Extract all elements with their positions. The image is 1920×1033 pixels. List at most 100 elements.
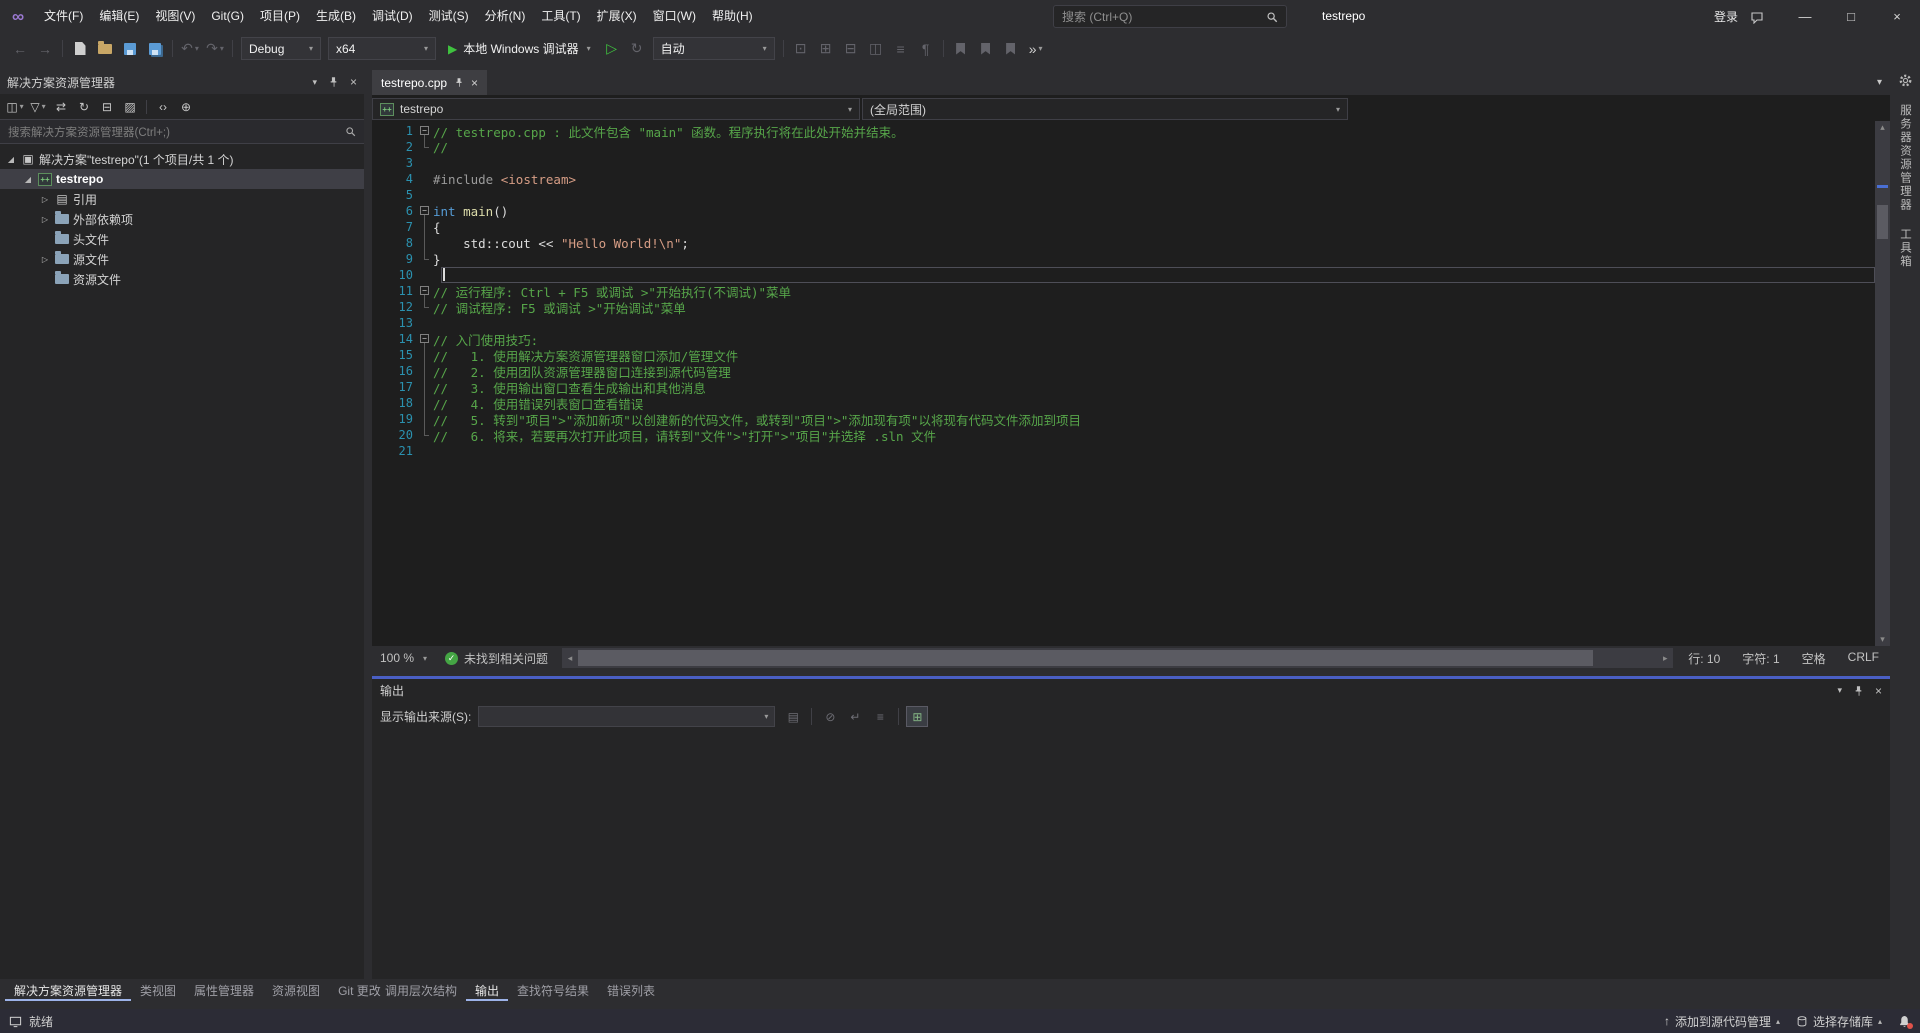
- fold-collapse-icon[interactable]: −: [418, 123, 433, 139]
- code-line-3[interactable]: 3: [380, 155, 1875, 171]
- code-line-21[interactable]: 21: [380, 443, 1875, 459]
- nav-back-icon[interactable]: ←: [8, 37, 32, 61]
- code-view-icon[interactable]: ‹›: [153, 97, 173, 117]
- dock-tab-bottom-0[interactable]: 调用层次结构: [376, 979, 466, 1001]
- line-number[interactable]: 11: [380, 284, 418, 298]
- line-number[interactable]: 12: [380, 300, 418, 314]
- char-indicator[interactable]: 字符: 1: [1731, 650, 1790, 667]
- line-number[interactable]: 1: [380, 124, 418, 138]
- menu-item-11[interactable]: 窗口(W): [645, 0, 704, 33]
- menu-item-10[interactable]: 扩展(X): [589, 0, 645, 33]
- word-wrap-icon[interactable]: ↵: [844, 706, 866, 727]
- line-number[interactable]: 5: [380, 188, 418, 202]
- autoscroll-icon[interactable]: ⊞: [906, 706, 928, 727]
- pin-icon[interactable]: [328, 76, 339, 88]
- messages-icon[interactable]: ▤: [782, 706, 804, 727]
- close-icon[interactable]: ×: [471, 76, 478, 90]
- platform-combo[interactable]: x64▾: [328, 37, 436, 60]
- line-number[interactable]: 13: [380, 316, 418, 330]
- editor-vertical-scrollbar[interactable]: ▴ ▾: [1875, 121, 1890, 646]
- switch-views-icon[interactable]: ◫▾: [5, 97, 25, 117]
- code-line-7[interactable]: 7{: [380, 219, 1875, 235]
- save-all-icon[interactable]: [143, 37, 167, 61]
- toolbar-overflow-icon[interactable]: »▾: [1024, 37, 1048, 61]
- select-repository-button[interactable]: 选择存储库 ▴: [1796, 1013, 1882, 1030]
- save-icon[interactable]: [118, 37, 142, 61]
- dock-tab-left-3[interactable]: 资源视图: [263, 979, 329, 1001]
- menu-item-12[interactable]: 帮助(H): [704, 0, 761, 33]
- refresh-icon[interactable]: ↻: [74, 97, 94, 117]
- editor-horizontal-scrollbar[interactable]: ◂ ▸: [562, 648, 1673, 668]
- new-file-icon[interactable]: [68, 37, 92, 61]
- dock-tab-bottom-3[interactable]: 错误列表: [598, 979, 664, 1001]
- toggle-bookmark-icon[interactable]: [949, 37, 973, 61]
- tree-item-6[interactable]: 资源文件: [0, 269, 364, 289]
- next-bookmark-icon[interactable]: [999, 37, 1023, 61]
- code-editor[interactable]: 1−// testrepo.cpp : 此文件包含 "main" 函数。程序执行…: [372, 121, 1890, 646]
- output-source-dropdown[interactable]: ▾: [478, 706, 775, 727]
- code-line-1[interactable]: 1−// testrepo.cpp : 此文件包含 "main" 函数。程序执行…: [380, 123, 1875, 139]
- line-indicator[interactable]: 行: 10: [1677, 650, 1731, 667]
- output-content[interactable]: [372, 731, 1890, 979]
- line-number[interactable]: 18: [380, 396, 418, 410]
- chevron-down-icon[interactable]: ▾: [312, 77, 317, 88]
- undo-icon[interactable]: ↶▾: [178, 37, 202, 61]
- dock-tab-left-1[interactable]: 类视图: [131, 979, 185, 1001]
- prev-bookmark-icon[interactable]: [974, 37, 998, 61]
- line-number[interactable]: 3: [380, 156, 418, 170]
- scroll-down-icon[interactable]: ▾: [1875, 634, 1890, 645]
- autohide-tab-1[interactable]: 工具箱: [1897, 228, 1913, 269]
- line-number[interactable]: 21: [380, 444, 418, 458]
- document-health-indicator[interactable]: ✓ 未找到相关问题: [435, 650, 558, 667]
- eol-indicator[interactable]: CRLF: [1837, 650, 1890, 667]
- feedback-icon[interactable]: [1750, 10, 1764, 24]
- nav-project-dropdown[interactable]: ++ testrepo ▾: [372, 98, 860, 120]
- chevron-down-icon[interactable]: ▾: [1837, 685, 1842, 696]
- menu-item-3[interactable]: Git(G): [203, 0, 252, 33]
- menu-item-7[interactable]: 测试(S): [421, 0, 477, 33]
- code-line-8[interactable]: 8 std::cout << "Hello World!\n";: [380, 235, 1875, 251]
- expanded-expander-icon[interactable]: ◢: [4, 155, 18, 164]
- code-line-13[interactable]: 13: [380, 315, 1875, 331]
- collapsed-expander-icon[interactable]: ▷: [38, 255, 52, 264]
- line-number[interactable]: 9: [380, 252, 418, 266]
- line-number[interactable]: 19: [380, 412, 418, 426]
- menu-item-4[interactable]: 项目(P): [252, 0, 308, 33]
- code-line-9[interactable]: 9}: [380, 251, 1875, 267]
- fold-collapse-icon[interactable]: −: [418, 283, 433, 299]
- close-icon[interactable]: ×: [350, 75, 357, 89]
- menu-item-6[interactable]: 调试(D): [364, 0, 421, 33]
- background-tasks-icon[interactable]: [9, 1015, 22, 1028]
- redo-icon[interactable]: ↷▾: [203, 37, 227, 61]
- line-number[interactable]: 15: [380, 348, 418, 362]
- line-number[interactable]: 8: [380, 236, 418, 250]
- line-number[interactable]: 20: [380, 428, 418, 442]
- add-to-source-control-button[interactable]: ↑ 添加到源代码管理 ▴: [1664, 1013, 1780, 1030]
- sign-in-button[interactable]: 登录: [1714, 8, 1738, 25]
- scrollbar-thumb[interactable]: [1877, 205, 1888, 239]
- show-whitespace-icon[interactable]: ¶: [914, 37, 938, 61]
- dock-tab-left-2[interactable]: 属性管理器: [185, 979, 263, 1001]
- properties-icon[interactable]: ⊕: [176, 97, 196, 117]
- scroll-left-icon[interactable]: ◂: [562, 653, 578, 664]
- line-number[interactable]: 2: [380, 140, 418, 154]
- line-number[interactable]: 16: [380, 364, 418, 378]
- sync-with-active-document-icon[interactable]: ⇄: [51, 97, 71, 117]
- code-line-4[interactable]: 4#include <iostream>: [380, 171, 1875, 187]
- maximize-button[interactable]: □: [1828, 0, 1874, 33]
- indent-icon[interactable]: ◫: [864, 37, 888, 61]
- collapse-all-icon[interactable]: ⊟: [97, 97, 117, 117]
- code-line-12[interactable]: 12// 调试程序: F5 或调试 >"开始调试"菜单: [380, 299, 1875, 315]
- outdent-icon[interactable]: ≡: [889, 37, 913, 61]
- find-in-files-icon[interactable]: ⊡: [789, 37, 813, 61]
- line-number[interactable]: 4: [380, 172, 418, 186]
- code-line-20[interactable]: 20// 6. 将来，若要再次打开此项目，请转到"文件">"打开">"项目"并选…: [380, 427, 1875, 443]
- code-line-6[interactable]: 6−int main(): [380, 203, 1875, 219]
- fold-collapse-icon[interactable]: −: [418, 331, 433, 347]
- filter-icon[interactable]: ▽▾: [28, 97, 48, 117]
- pin-icon[interactable]: [1853, 685, 1864, 697]
- close-button[interactable]: ×: [1874, 0, 1920, 33]
- quick-search-box[interactable]: 搜索 (Ctrl+Q): [1053, 5, 1287, 28]
- tree-item-1[interactable]: ◢++testrepo: [0, 169, 364, 189]
- solution-explorer-search[interactable]: 搜索解决方案资源管理器(Ctrl+;): [0, 120, 364, 144]
